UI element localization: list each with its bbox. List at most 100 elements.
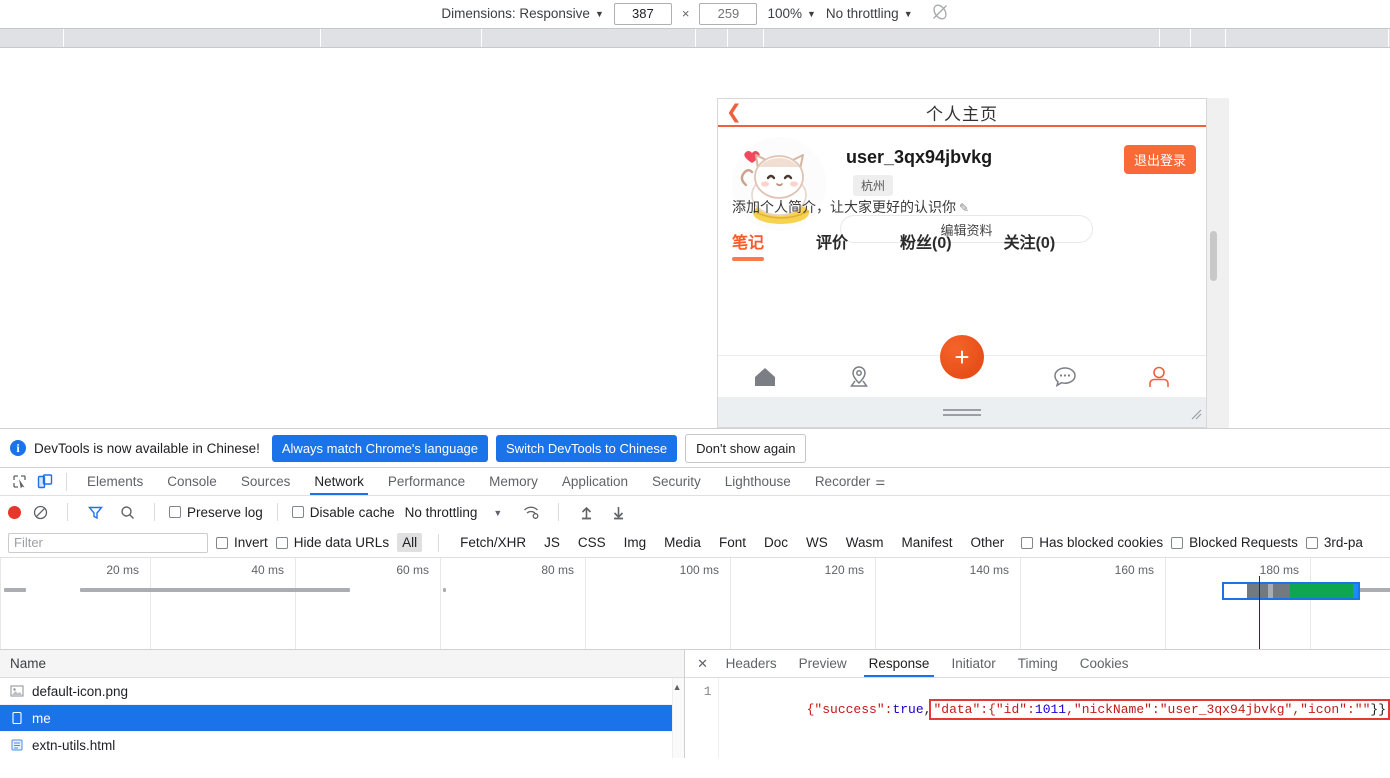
detail-tab-preview[interactable]: Preview [788,651,858,676]
person-icon[interactable] [1146,365,1172,389]
type-filter-other[interactable]: Other [966,533,1010,552]
viewport-width-input[interactable] [614,3,672,25]
type-filter-manifest[interactable]: Manifest [896,533,957,552]
type-filter-doc[interactable]: Doc [759,533,793,552]
back-chevron-icon[interactable]: ❮ [726,103,742,122]
preserve-log-checkbox[interactable]: Preserve log [169,505,263,520]
tab-sources[interactable]: Sources [229,469,303,494]
disable-cache-label: Disable cache [310,505,395,520]
invert-checkbox[interactable]: Invert [216,535,268,550]
viewport-resize-handle[interactable] [718,397,1206,427]
timeline-tick-100ms: 100 ms [680,563,723,577]
toolbar-divider [67,503,68,521]
detail-tab-headers[interactable]: Headers [715,651,788,676]
detail-tab-response[interactable]: Response [858,651,941,676]
tab-performance[interactable]: Performance [376,469,477,494]
viewport-height-input[interactable] [699,3,757,25]
tab-elements[interactable]: Elements [75,469,155,494]
request-list: Name default-icon.png me extn-utils.html [0,650,685,758]
detail-tab-initiator[interactable]: Initiator [940,651,1006,676]
rotate-icon[interactable] [931,3,949,24]
tab-application[interactable]: Application [550,469,640,494]
type-filter-ws[interactable]: WS [801,533,833,552]
network-conditions-icon[interactable] [518,499,544,525]
page-title: 个人主页 [926,100,998,125]
hide-data-urls-checkbox[interactable]: Hide data URLs [276,535,389,550]
profile-bio[interactable]: 添加个人简介，让大家更好的认识你✎ [732,197,969,217]
network-throttling-dropdown[interactable]: No throttling ▼ [826,6,913,21]
toolbar-divider [277,503,278,521]
table-row[interactable]: me [0,705,684,732]
filter-funnel-icon[interactable] [82,499,108,525]
blocked-requests-checkbox[interactable]: Blocked Requests [1171,535,1298,550]
type-filter-media[interactable]: Media [659,533,706,552]
disable-cache-checkbox[interactable]: Disable cache [292,505,395,520]
request-list-header: Name [0,650,684,678]
type-filter-js[interactable]: JS [539,533,565,552]
filter-input[interactable] [8,533,208,553]
selection-segment-connect [1273,584,1290,598]
plus-icon[interactable]: + [940,335,984,379]
request-detail-pane: ✕ Headers Preview Response Initiator Tim… [685,650,1390,758]
network-overview-timeline[interactable]: 20 ms 40 ms 60 ms 80 ms 100 ms 120 ms 14… [0,558,1390,650]
export-har-icon[interactable] [605,499,631,525]
switch-to-chinese-button[interactable]: Switch DevTools to Chinese [496,435,677,462]
location-pin-icon[interactable] [846,364,872,390]
selection-segment-idle [1224,584,1247,598]
type-filter-all[interactable]: All [397,533,422,552]
type-filter-fetch-xhr[interactable]: Fetch/XHR [455,533,531,552]
scroll-up-arrow-icon[interactable]: ▲ [673,682,682,692]
tab-memory[interactable]: Memory [477,469,550,494]
import-har-icon[interactable] [573,499,599,525]
tab-lighthouse[interactable]: Lighthouse [713,469,803,494]
selection-segment-download [1290,584,1353,598]
network-throttling-label[interactable]: No throttling [405,505,478,520]
always-match-language-button[interactable]: Always match Chrome's language [272,435,488,462]
dont-show-again-button[interactable]: Don't show again [685,434,806,463]
type-filter-css[interactable]: CSS [573,533,611,552]
timeline-tick-80ms: 80 ms [541,563,578,577]
chat-bubble-icon[interactable] [1052,365,1078,389]
tab-fans[interactable]: 粉丝(0) [900,229,952,261]
type-filter-img[interactable]: Img [619,533,652,552]
search-icon[interactable] [114,499,140,525]
type-filter-font[interactable]: Font [714,533,751,552]
tab-following[interactable]: 关注(0) [1004,229,1056,261]
table-row[interactable]: default-icon.png [0,678,684,705]
emulated-page: ❮ 个人主页 [717,98,1207,428]
json-token: true [892,702,923,717]
tab-network[interactable]: Network [302,469,376,494]
home-icon[interactable] [752,365,778,389]
tab-recorder[interactable]: Recorder ⚌ [803,469,897,494]
request-name: default-icon.png [32,684,128,699]
table-row[interactable]: extn-utils.html [0,732,684,758]
tab-reviews[interactable]: 评价 [816,229,848,261]
device-toolbar-icon[interactable] [32,469,58,495]
dimensions-dropdown[interactable]: Dimensions: Responsive ▼ [441,6,604,21]
overview-request-bar [4,588,26,592]
third-party-requests-checkbox[interactable]: 3rd-pa [1306,535,1363,550]
overview-selection-window[interactable] [1222,582,1360,600]
has-blocked-cookies-checkbox[interactable]: Has blocked cookies [1021,535,1163,550]
pencil-icon[interactable]: ✎ [959,201,969,215]
tab-notes[interactable]: 笔记 [732,229,764,261]
clear-icon[interactable] [27,499,53,525]
close-icon[interactable]: ✕ [691,656,715,672]
detail-tab-cookies[interactable]: Cookies [1069,651,1140,676]
inspect-element-icon[interactable] [6,469,32,495]
profile-nickname: user_3qx94jbvkg [846,147,992,168]
bio-label: 添加个人简介，让大家更好的认识你 [732,199,956,215]
detail-tab-timing[interactable]: Timing [1007,651,1069,676]
request-detail-tab-bar: ✕ Headers Preview Response Initiator Tim… [685,650,1390,678]
tab-console[interactable]: Console [155,469,229,494]
corner-resize-grip[interactable] [1191,409,1202,423]
zoom-dropdown[interactable]: 100% ▼ [767,6,815,21]
record-button[interactable] [8,506,21,519]
chevron-down-icon[interactable]: ▼ [493,509,502,518]
timeline-tick-160ms: 160 ms [1115,563,1158,577]
type-filter-wasm[interactable]: Wasm [841,533,889,552]
logout-button[interactable]: 退出登录 [1124,145,1196,174]
page-scrollbar[interactable] [1210,231,1217,281]
tab-security[interactable]: Security [640,469,713,494]
response-json-code[interactable]: {"success":true,"data":{"id":1011,"nickN… [719,678,1390,758]
